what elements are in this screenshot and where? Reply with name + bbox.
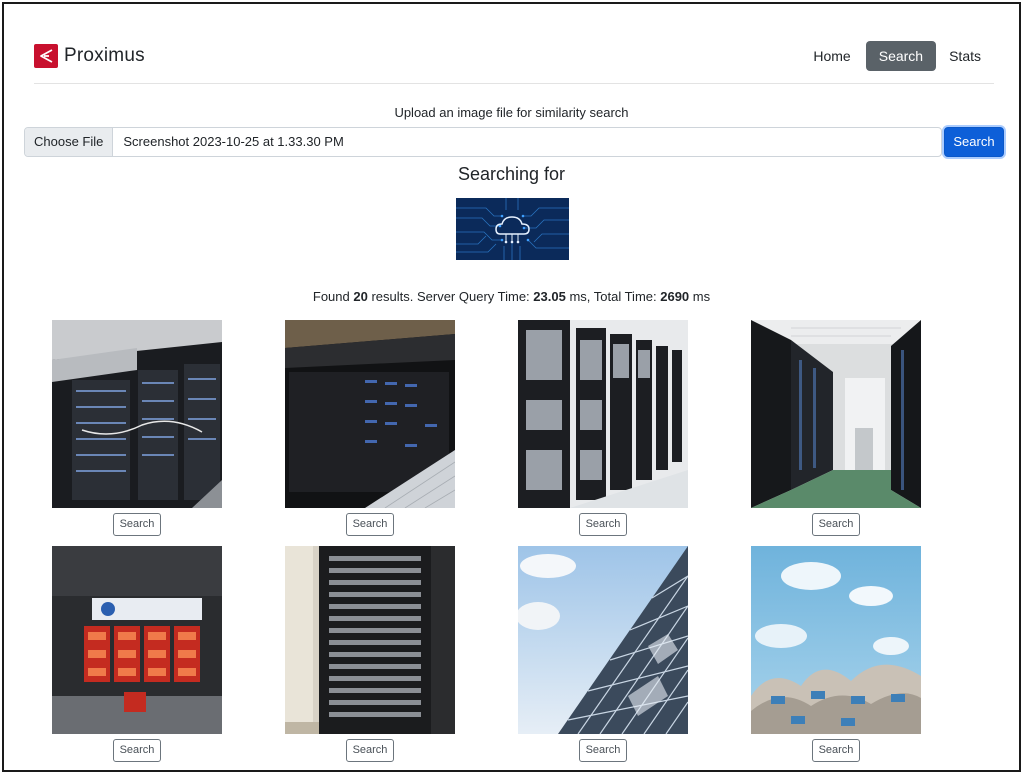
- result-image[interactable]: [518, 546, 688, 734]
- result-search-button[interactable]: Search: [113, 513, 161, 536]
- result-card: Search: [518, 546, 688, 762]
- result-search-button[interactable]: Search: [579, 513, 627, 536]
- upload-label: Upload an image file for similarity sear…: [394, 105, 629, 120]
- result-search-button[interactable]: Search: [812, 739, 860, 762]
- result-card: Search: [518, 320, 688, 536]
- navbar: Proximus Home Search Stats: [34, 40, 994, 84]
- nav-home[interactable]: Home: [800, 41, 863, 71]
- nav-stats[interactable]: Stats: [936, 41, 994, 71]
- search-button[interactable]: Search: [944, 127, 1004, 157]
- query-image: [456, 198, 569, 260]
- searching-title: Searching for: [457, 164, 566, 184]
- result-summary: Found 20 results. Server Query Time: 23.…: [312, 289, 711, 304]
- result-card: Search: [751, 546, 921, 762]
- result-image[interactable]: [751, 546, 921, 734]
- app-window: Proximus Home Search Stats Upload an ima…: [2, 2, 1021, 772]
- result-image[interactable]: [751, 320, 921, 508]
- result-card: Search: [285, 546, 455, 762]
- nav-menu: Home Search Stats: [800, 40, 994, 72]
- upload-form: Choose File Screenshot 2023-10-25 at 1.3…: [24, 127, 1004, 157]
- result-search-button[interactable]: Search: [346, 739, 394, 762]
- result-search-button[interactable]: Search: [812, 513, 860, 536]
- choose-file-button[interactable]: Choose File: [25, 128, 114, 156]
- result-card: Search: [52, 546, 222, 762]
- result-search-button[interactable]: Search: [113, 739, 161, 762]
- result-image[interactable]: [518, 320, 688, 508]
- total-time: 2690: [660, 289, 690, 304]
- server-query-time: 23.05: [533, 289, 566, 304]
- result-count: 20: [353, 289, 368, 304]
- brand-name: Proximus: [64, 45, 145, 66]
- result-card: Search: [52, 320, 222, 536]
- selected-file-name: Screenshot 2023-10-25 at 1.33.30 PM: [123, 134, 344, 149]
- result-image[interactable]: [52, 546, 222, 734]
- result-card: Search: [751, 320, 921, 536]
- result-image[interactable]: [285, 546, 455, 734]
- nav-search[interactable]: Search: [865, 41, 937, 71]
- result-search-button[interactable]: Search: [346, 513, 394, 536]
- result-card: Search: [285, 320, 455, 536]
- file-input[interactable]: Choose File Screenshot 2023-10-25 at 1.3…: [24, 127, 942, 157]
- proximus-logo-icon: [34, 44, 58, 68]
- result-image[interactable]: [285, 320, 455, 508]
- result-image[interactable]: [52, 320, 222, 508]
- brand[interactable]: Proximus: [34, 44, 145, 68]
- result-search-button[interactable]: Search: [579, 739, 627, 762]
